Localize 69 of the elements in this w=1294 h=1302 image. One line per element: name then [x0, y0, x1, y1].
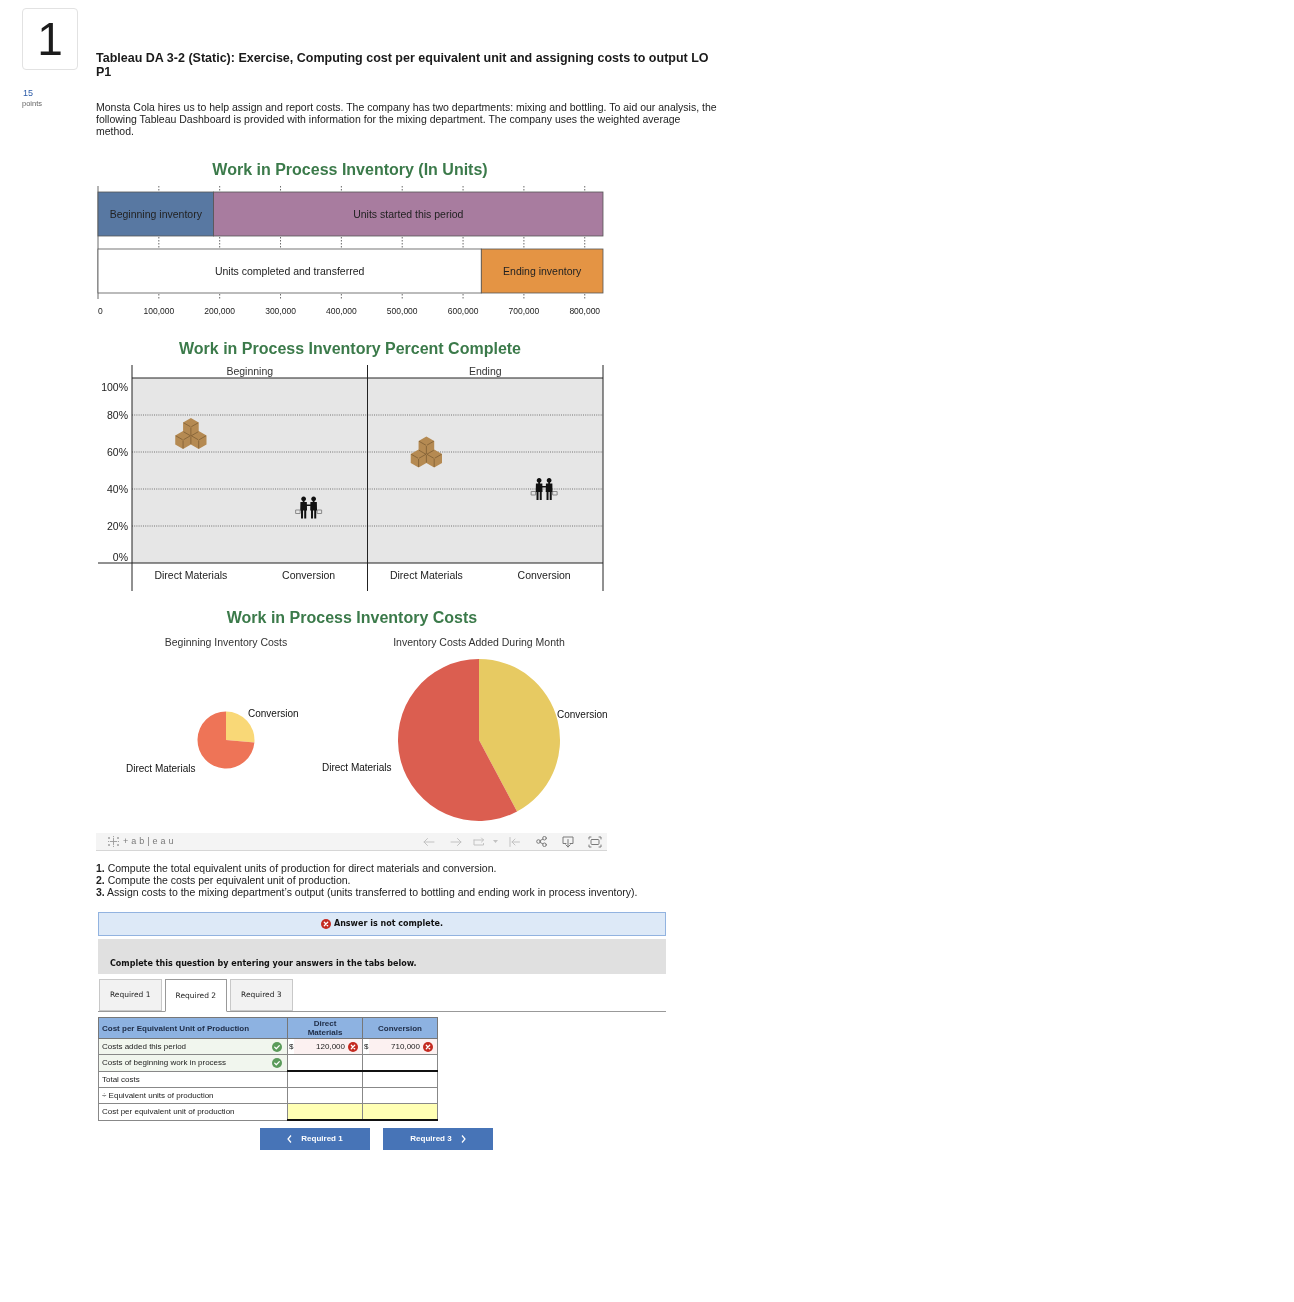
caret-down-icon — [493, 840, 498, 843]
tick-label: 700,000 — [508, 306, 540, 316]
axis-label: 20% — [107, 519, 128, 532]
row-label: Costs added this period — [102, 1042, 187, 1051]
row-label: Total costs — [102, 1074, 140, 1084]
bar-label: Beginning inventory — [109, 208, 202, 220]
pie-title: Inventory Costs Added During Month — [393, 636, 565, 648]
row-label: Costs of beginning work in process — [102, 1058, 227, 1068]
column-header: Cost per Equivalent Unit of Production — [98, 1017, 288, 1039]
question-number: 1 — [22, 8, 78, 70]
axis-label: 0% — [112, 550, 128, 563]
question-title: Tableau DA 3-2 (Static): Exercise, Computing cost per equivalent unit and assigning costs to output LO P1 — [96, 51, 710, 79]
axis-label: 100% — [101, 380, 128, 393]
tick-label: 800,000 — [569, 306, 601, 316]
axis-label: 40% — [107, 482, 128, 495]
axis-label: 80% — [107, 408, 128, 421]
tick-label: 500,000 — [386, 306, 418, 316]
slice-label: Conversion — [557, 709, 608, 720]
panel-header: Ending — [468, 365, 502, 377]
next-button[interactable]: Required 3 — [383, 1128, 493, 1150]
chevron-left-icon — [287, 1135, 293, 1143]
tick-label: 600,000 — [447, 306, 479, 316]
slice-label: Conversion — [248, 708, 299, 719]
check-circle-icon — [272, 1057, 282, 1068]
chart-title: Work in Process Inventory (In Units) — [212, 160, 488, 178]
previous-button[interactable]: Required 1 — [260, 1128, 370, 1150]
plus-cluster-icon — [108, 836, 119, 847]
tick-label: 300,000 — [265, 306, 296, 316]
logo-text: +ab|eau — [123, 837, 177, 846]
arrow-left-icon — [423, 836, 435, 847]
chart-title: Work in Process Inventory Costs — [226, 609, 478, 626]
category-label: Direct Materials — [154, 569, 228, 581]
tick-label: 0 — [98, 306, 103, 316]
tick-label: 100,000 — [143, 306, 175, 316]
bar-left-arrow-icon — [508, 836, 520, 847]
column-header: Conversion — [362, 1017, 438, 1039]
slice-label: Direct Materials — [126, 763, 196, 774]
points-value: 15 — [23, 88, 33, 99]
fullscreen-icon — [588, 835, 602, 848]
bar-label: Units completed and transferred — [214, 265, 365, 277]
category-label: Direct Materials — [389, 569, 463, 581]
column-header: Direct Materials — [287, 1017, 363, 1039]
bar-label: Units started this period — [353, 208, 464, 220]
share-icon — [535, 836, 547, 847]
prompt-text: Complete this question by entering your answers in the tabs below. — [110, 959, 417, 968]
instruction-text: 1. Compute the total equivalent units of production for direct materials and conversion. — [96, 862, 498, 874]
tick-label: 400,000 — [326, 306, 357, 316]
bar-label: Ending inventory — [503, 265, 582, 277]
chevron-right-icon — [460, 1135, 466, 1143]
category-label: Conversion — [282, 569, 336, 581]
instruction-text: 2. Compute the costs per equivalent unit of production. — [96, 874, 352, 886]
row-label: Cost per equivalent unit of production — [102, 1107, 235, 1117]
intro-paragraph: Monsta Cola hires us to help assign and report costs. The company has two departments: mixing and bottling. To aid our analysis, the following Tableau Dashboard is provided with information for the mixing department. The company uses the weighted average method. — [96, 101, 718, 137]
pie-title: Beginning Inventory Costs — [164, 636, 288, 648]
loop-arrow-icon — [473, 836, 485, 847]
amount-field[interactable] — [288, 1104, 362, 1119]
axis-label: 60% — [107, 445, 128, 458]
check-circle-icon — [272, 1041, 282, 1052]
chart-title: Work in Process Inventory Percent Complete — [179, 340, 521, 357]
tick-label: 200,000 — [204, 306, 236, 316]
instruction-text: 3. Assign costs to the mixing department’s output (units transferred to bottling and ending work in process inventory). — [96, 886, 638, 898]
category-label: Conversion — [517, 569, 571, 581]
row-label: ÷ Equivalent units of production — [102, 1091, 214, 1100]
panel-header: Beginning — [226, 365, 274, 377]
banner-text: Answer is not complete. — [333, 920, 443, 928]
download-icon — [562, 835, 574, 848]
arrow-right-icon — [450, 836, 462, 847]
slice-label: Direct Materials — [322, 762, 392, 773]
amount-field[interactable] — [363, 1104, 437, 1119]
